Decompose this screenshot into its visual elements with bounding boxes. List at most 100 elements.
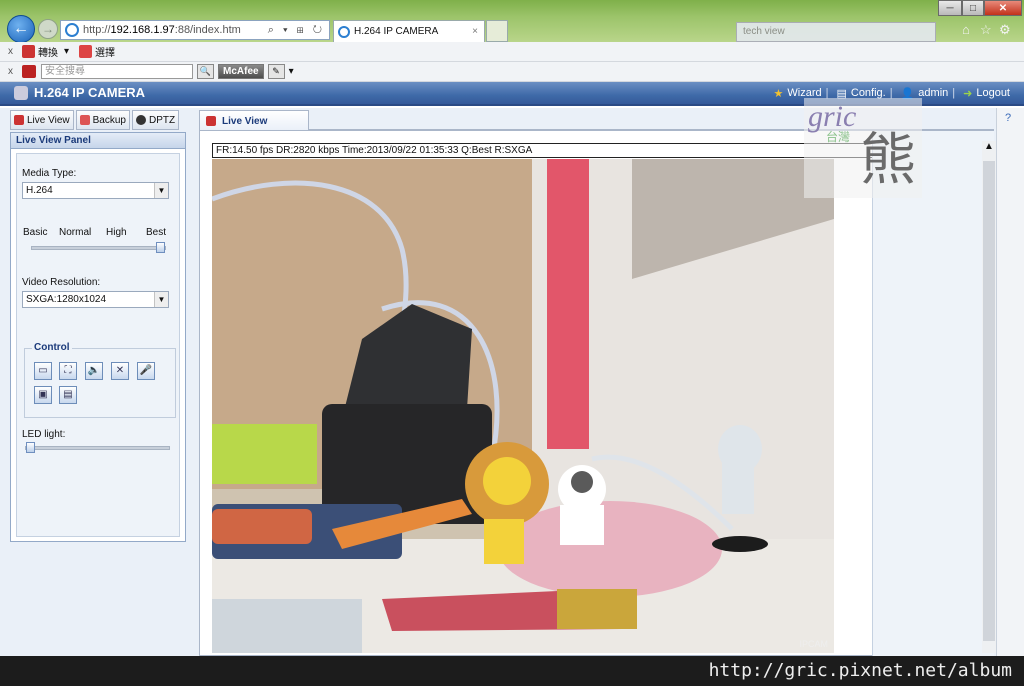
tab-title: H.264 IP CAMERA [354,26,439,37]
save-button[interactable]: ▤ [59,386,77,404]
tab-label: Backup [92,114,126,126]
footer-url: http://gric.pixnet.net/album [0,656,1024,686]
translate-icon [22,45,35,58]
tab-label: DPTZ [148,114,176,126]
quality-high-label: High [106,227,127,238]
watermark-big-char: 熊 [860,128,916,191]
wizard-icon: ★ [773,88,784,100]
live-view-content: FR:14.50 fps DR:2820 kbps Time:2013/09/2… [199,130,996,657]
browser-titlebar: ← → http:// 192.168.1.97 :88/index.htm ⌕… [0,0,1024,43]
translate-toolbar: x 轉換 ▾ 選擇 [0,42,1024,62]
live-view-icon [14,115,24,125]
background-window: tech view [736,22,936,42]
admin-link[interactable]: admin [918,87,948,100]
translate-button[interactable]: 轉換 ▾ [22,44,69,59]
quality-slider[interactable] [31,242,166,253]
chevron-down-icon[interactable]: ▾ [64,46,69,57]
zoom-button[interactable]: ▣ [34,386,52,404]
scrollbar-thumb[interactable] [983,161,995,641]
quality-basic-label: Basic [23,227,48,238]
watermark: gric 台灣 熊 [804,98,922,198]
select-label: 選擇 [95,48,116,59]
app-title: H.264 IP CAMERA [14,85,145,100]
video-resolution-label: Video Resolution: [22,277,101,288]
quality-normal-label: Normal [59,227,92,238]
vertical-scrollbar[interactable]: ▲ [982,141,996,653]
live-view-icon [206,116,216,126]
link-separator: | [952,87,956,99]
browser-tab[interactable]: H.264 IP CAMERA × [333,20,485,42]
ipcam-overlay-label: IPCAM [799,639,828,649]
chevron-down-icon[interactable]: ▾ [289,66,294,77]
led-light-label: LED light: [22,429,66,440]
minimize-button[interactable]: ─ [938,0,962,16]
shield-icon [22,65,36,78]
media-type-value: H.264 [26,185,53,196]
address-bar[interactable]: http:// 192.168.1.97 :88/index.htm ⌕ ▾ ⊞… [60,20,330,40]
search-button[interactable]: 🔍 [197,64,214,79]
url-prefix: http:// [83,24,111,36]
panel-body: Media Type: H.264 ▼ Basic Normal High Be… [16,153,180,537]
tab-backup[interactable]: Backup [75,110,130,130]
right-edge-panel: ? [996,108,1024,656]
ie-icon [65,23,79,37]
left-tabs: Live View Backup DPTZ [10,110,190,130]
backup-icon [79,115,90,125]
select-button[interactable]: 選擇 [79,44,115,59]
watermark-small-chars: 台灣 [826,130,851,144]
control-legend: Control [32,342,72,353]
fullscreen-button[interactable]: ⛶ [59,362,77,380]
led-light-slider-thumb[interactable] [26,442,35,453]
right-side-column [872,131,994,657]
video-resolution-select[interactable]: SXGA:1280x1024 ▼ [22,291,169,308]
video-resolution-value: SXGA:1280x1024 [26,294,107,305]
control-group: Control ▭ ⛶ 🔈 ✕ 🎤 ▣ ▤ [24,342,176,418]
gear-icon[interactable]: ⚙ [999,22,1011,38]
snapshot-button[interactable]: ▭ [34,362,52,380]
logout-icon: ➜ [963,88,973,100]
url-host: 192.168.1.97 [110,24,175,36]
scroll-up-icon[interactable]: ▲ [984,141,994,152]
new-tab-button[interactable] [486,20,508,42]
camera-video-feed[interactable]: IPCAM [212,159,834,653]
live-view-panel: Live View Panel Media Type: H.264 ▼ Basi… [10,132,186,542]
tab-label: Live View [27,114,70,126]
tab-live-view[interactable]: Live View [10,110,74,130]
safe-search-input[interactable]: 安全搜尋 [41,64,193,79]
stop-record-button[interactable]: ✕ [111,362,129,380]
camera-scene [212,159,834,653]
media-type-select[interactable]: H.264 ▼ [22,182,169,199]
app-title-text: H.264 IP CAMERA [34,85,146,100]
close-window-button[interactable]: ✕ [984,0,1022,16]
forward-button[interactable]: → [38,19,58,39]
mcafee-toolbar: x 安全搜尋 🔍 McAfee ✎ ▾ [0,62,1024,82]
maximize-button[interactable]: □ [962,0,984,16]
camera-logo-icon [14,85,28,100]
led-light-slider[interactable] [25,442,170,453]
watermark-text: gric [808,100,857,133]
tab-label: Live View [222,115,268,127]
chevron-down-icon[interactable]: ▼ [154,292,168,307]
select-icon [79,45,93,58]
toolbar-close-icon[interactable]: x [8,66,18,77]
url-rest: :88/index.htm [174,24,241,36]
quality-slider-thumb[interactable] [156,242,165,253]
logout-link[interactable]: Logout [976,87,1010,100]
mute-speaker-button[interactable]: 🔈 [85,362,103,380]
chevron-down-icon[interactable]: ▼ [154,183,168,198]
microphone-button[interactable]: 🎤 [137,362,155,380]
back-button[interactable]: ← [7,15,35,43]
panel-title: Live View Panel [11,133,185,149]
tab-live-view-main[interactable]: Live View [199,110,309,131]
home-icon[interactable]: ⌂ [962,22,970,37]
tab-dptz[interactable]: DPTZ [131,110,180,130]
favorites-icon[interactable]: ☆ [980,22,992,38]
address-controls[interactable]: ⌕ ▾ ⊞ ↻ [268,24,325,37]
edit-icon[interactable]: ✎ [267,64,285,79]
toolbar-close-icon[interactable]: x [8,46,18,57]
help-icon[interactable]: ? [1005,112,1011,124]
close-tab-icon[interactable]: × [472,26,478,37]
translate-label: 轉換 [38,48,58,59]
mcafee-button[interactable]: McAfee [218,64,264,79]
quality-best-label: Best [146,227,167,238]
